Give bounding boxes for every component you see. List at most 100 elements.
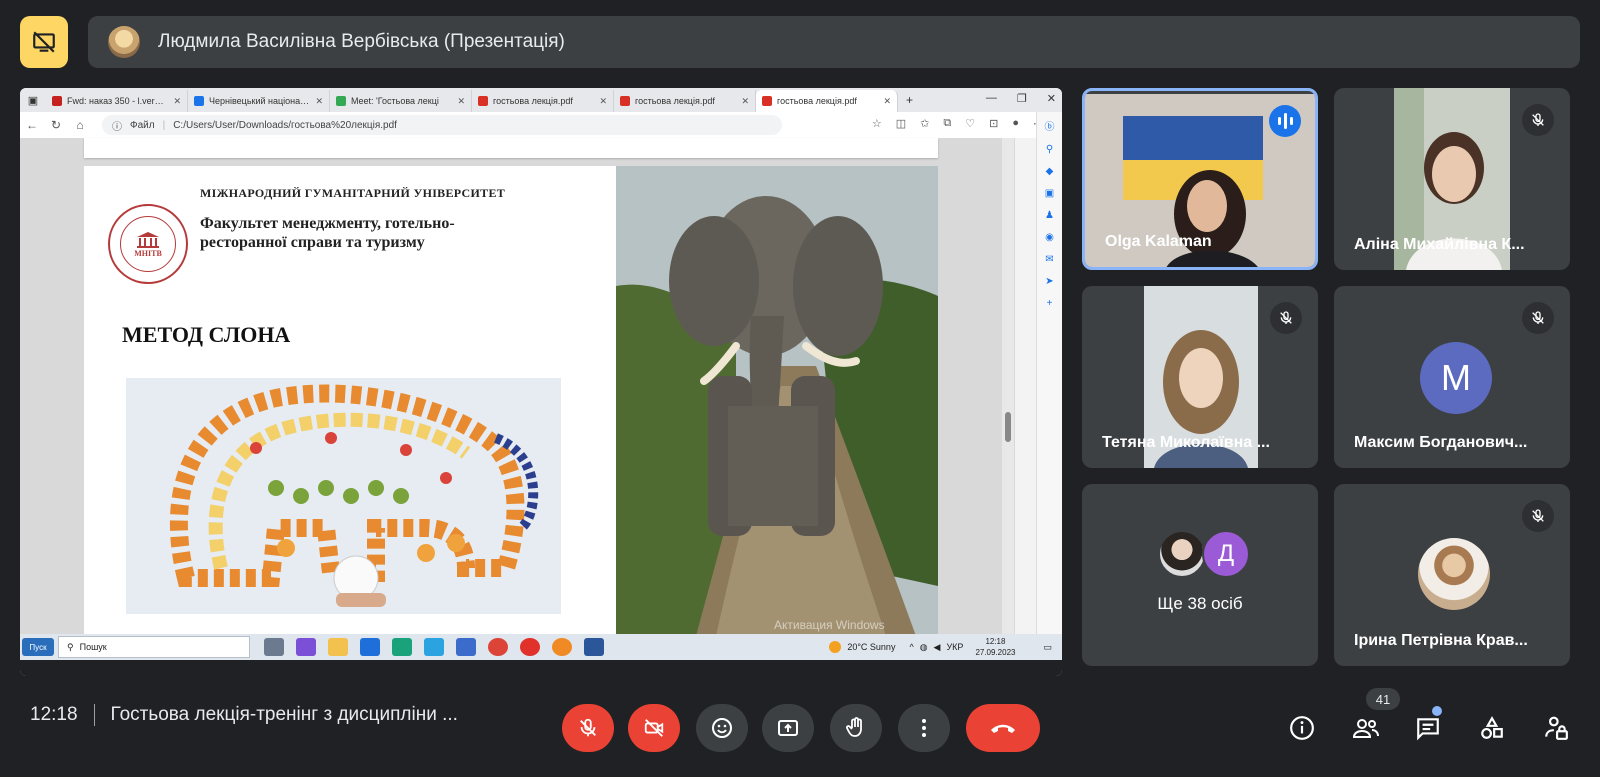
avatar (1418, 538, 1490, 610)
more-options-button[interactable] (898, 704, 950, 752)
presenter-banner: Людмила Василівна Вербівська (Презентаці… (88, 16, 1580, 68)
search-icon: ⚲ (1045, 144, 1054, 155)
sun-icon (829, 641, 842, 653)
participant-name: Аліна Михайлівна К... (1354, 236, 1525, 253)
browser-tab: Чернівецький національн ✕ (188, 90, 330, 112)
browser-tab: Meet: 'Гостьова лекці ✕ (330, 90, 472, 112)
mic-off-icon (1270, 302, 1302, 334)
task-view-icon (264, 638, 284, 656)
screenshot-icon: ⊡ (989, 118, 999, 130)
taskbar-weather: 20°C Sunny (829, 641, 895, 653)
tab-actions-icon: ▣ (27, 94, 39, 107)
chat-button[interactable] (1412, 712, 1444, 744)
more-participants-tile[interactable]: Д Ще 38 осіб (1082, 484, 1318, 666)
input-language: УКР (946, 641, 964, 652)
info-icon: ⓘ (112, 121, 122, 133)
participant-tile[interactable]: M Максим Богданович... (1334, 286, 1570, 468)
activities-icon (1481, 716, 1503, 739)
participant-name: Olga Kalaman (1105, 233, 1212, 250)
volume-icon: ◀ (933, 641, 941, 652)
pdf-icon (620, 96, 630, 106)
avatar (1158, 530, 1206, 578)
taskbar-search: ⚲ Пошук (58, 636, 250, 658)
windows-activation-watermark: Активация Windows (774, 618, 885, 632)
star-icon: ☆ (871, 118, 882, 130)
previous-page (84, 138, 938, 158)
info-icon (1290, 716, 1314, 740)
present-off-icon (33, 31, 55, 53)
more-participants-avatars: Д (1158, 530, 1250, 578)
restore-icon: ❐ (1016, 93, 1027, 105)
avatar: Д (1202, 530, 1250, 578)
participant-tile[interactable]: Olga Kalaman (1082, 88, 1318, 270)
taskbar-clock: 12:18 27.09.2023 (975, 637, 1016, 657)
chat-icon (1417, 718, 1439, 741)
network-icon: ◍ (919, 641, 928, 652)
call-end-icon (991, 724, 1015, 733)
collections-icon: ⧉ (943, 117, 952, 129)
mic-off-icon (580, 718, 596, 737)
leave-call-button[interactable] (966, 704, 1040, 752)
browser-tab-active: гостьова лекція.pdf ✕ (756, 90, 898, 112)
participant-name: Максим Богданович... (1354, 434, 1528, 451)
url-field: ⓘ Файл | C:/Users/User/Downloads/гостьов… (102, 115, 782, 135)
notifications-icon: ▭ (1043, 641, 1052, 652)
meeting-title: Гостьова лекція-тренінг з дисципліни ... (110, 704, 458, 725)
window-controls: — ❐ ✕ (986, 92, 1056, 105)
browser-tab-bar: ▣ Fwd: наказ 350 - l.verbivska✕ Чернівец… (20, 88, 1062, 112)
chrome-icon (488, 638, 508, 656)
home-icon: ⌂ (76, 118, 84, 132)
host-controls-button[interactable] (1540, 712, 1572, 744)
people-icon (1352, 719, 1379, 738)
profile-icon: ● (1012, 117, 1019, 129)
shared-screen: ▣ Fwd: наказ 350 - l.verbivska✕ Чернівец… (20, 88, 1062, 676)
minimize-icon: — (985, 92, 997, 104)
new-tab-icon: + (906, 93, 914, 107)
mic-toggle-button[interactable] (562, 704, 614, 752)
more-participants-label: Ще 38 осіб (1157, 594, 1243, 613)
meeting-info: 12:18 Гостьова лекція-тренінг з дисциплі… (30, 704, 458, 726)
split-icon: ◫ (895, 118, 907, 130)
people-button[interactable] (1350, 712, 1382, 744)
present-screen-button[interactable] (762, 704, 814, 752)
camera-toggle-button[interactable] (628, 704, 680, 752)
slide-heading: МЕТОД СЛОНА (122, 322, 291, 347)
more-vert-icon (922, 719, 926, 737)
telegram-icon (424, 638, 444, 656)
participant-tile[interactable]: Тетяна Миколаївна ... (1082, 286, 1318, 468)
send-icon: ➤ (1045, 276, 1054, 287)
browser-tab: гостьова лекція.pdf ✕ (614, 90, 756, 112)
university-seal: МНІТВ (108, 204, 188, 284)
activities-button[interactable] (1476, 712, 1508, 744)
edge-sidebar: ⓑ ⚲ ◆ ▣ ♟ ◉ ✉ ➤ + (1036, 112, 1062, 634)
browser-toolbar-icons: ☆ ◫ ✩ ⧉ ♡ ⊡ ● ⋯ (872, 117, 1044, 130)
close-window-icon: ✕ (1046, 93, 1056, 105)
university-name: МІЖНАРОДНИЙ ГУМАНІТАРНИЙ УНІВЕРСИТЕТ (200, 186, 506, 200)
tools-icon: ▣ (1044, 188, 1055, 199)
chevron-up-icon: ^ (909, 641, 914, 652)
participant-count-badge: 41 (1366, 688, 1400, 710)
search-icon: ⚲ (67, 641, 74, 652)
raise-hand-button[interactable] (830, 704, 882, 752)
participant-tile[interactable]: Ірина Петрівна Крав... (1334, 484, 1570, 666)
shopping-icon: ◆ (1045, 166, 1054, 177)
games-icon: ♟ (1045, 210, 1054, 221)
add-icon: + (1046, 298, 1053, 309)
pdf-page: МІЖНАРОДНИЙ ГУМАНІТАРНИЙ УНІВЕРСИТЕТ МНІ… (84, 166, 938, 636)
pdf-icon (762, 96, 772, 106)
reactions-button[interactable] (696, 704, 748, 752)
meet-icon (336, 96, 346, 106)
extension-icon: ♡ (965, 118, 976, 130)
outlook-icon: ✉ (1045, 254, 1054, 265)
presenter-title: Людмила Василівна Вербівська (Презентаці… (158, 31, 565, 52)
meeting-details-button[interactable] (1286, 712, 1318, 744)
chat-unread-dot (1432, 706, 1442, 716)
lock-person-icon (1545, 716, 1568, 740)
present-icon (778, 720, 798, 736)
elephant-photo (616, 166, 938, 636)
pdf-viewer: МІЖНАРОДНИЙ ГУМАНІТАРНИЙ УНІВЕРСИТЕТ МНІ… (20, 138, 1015, 636)
stop-presenting-button[interactable] (20, 16, 68, 68)
participant-tile[interactable]: Аліна Михайлівна К... (1334, 88, 1570, 270)
word-icon (584, 638, 604, 656)
participant-name: Ірина Петрівна Крав... (1354, 632, 1528, 649)
